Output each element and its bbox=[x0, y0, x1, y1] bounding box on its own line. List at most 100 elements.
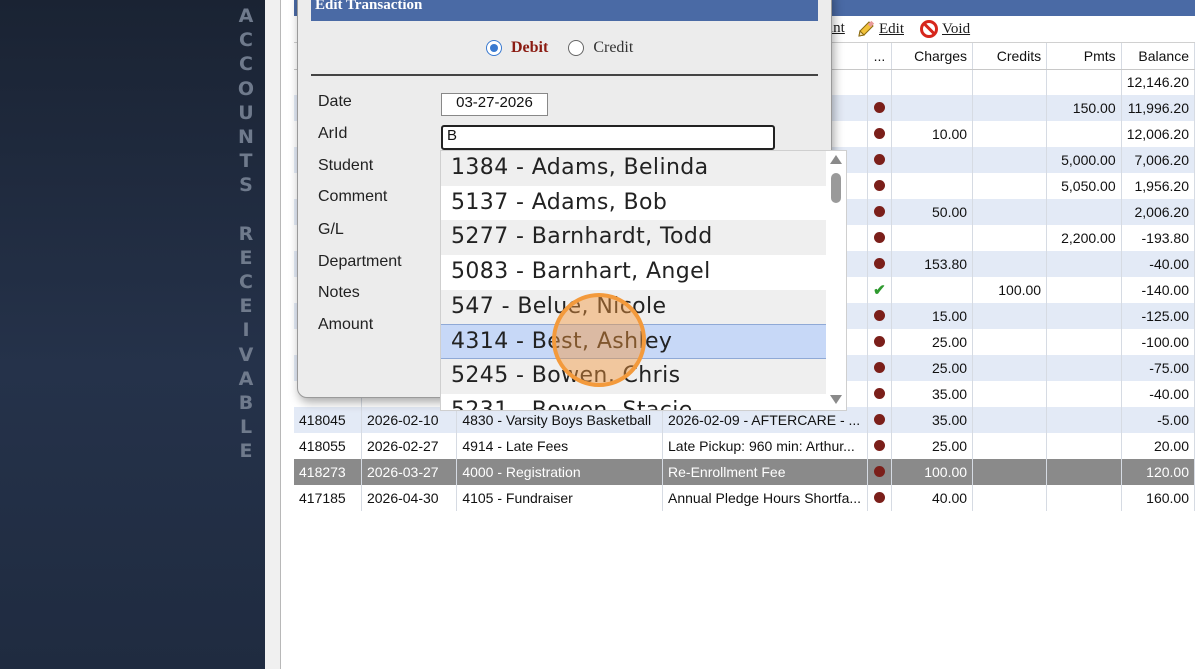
cell-balance: -5.00 bbox=[1121, 407, 1195, 433]
cell-id: 417185 bbox=[294, 485, 362, 511]
cell-pmts: 5,050.00 bbox=[1046, 173, 1122, 199]
dialog-title[interactable]: Edit Transaction bbox=[311, 0, 818, 21]
accounts-receivable-vertical-title: ACCOUNTSRECEIVABLE bbox=[236, 4, 256, 464]
status-dot-icon bbox=[873, 414, 885, 425]
title-letter: C bbox=[239, 271, 253, 294]
cell-id: 418055 bbox=[294, 433, 362, 459]
edit-link[interactable]: Edit bbox=[857, 20, 904, 38]
cell-pmts bbox=[1046, 277, 1122, 303]
table-row[interactable]: 418273 2026-03-27 4000 - Registration Re-En… bbox=[294, 459, 1195, 485]
title-letter: E bbox=[239, 246, 253, 269]
autocomplete-option[interactable]: 1384 - Adams, Belinda bbox=[441, 151, 827, 186]
cell-credits bbox=[972, 173, 1048, 199]
status-dot-icon bbox=[873, 388, 885, 399]
table-row[interactable]: 417185 2026-04-30 4105 - Fundraiser Annual … bbox=[294, 485, 1195, 511]
cell-status bbox=[867, 147, 892, 173]
checkmark-icon: ✔ bbox=[873, 282, 886, 299]
debit-radio[interactable] bbox=[486, 40, 502, 56]
cell-credits bbox=[972, 355, 1048, 381]
cell-status bbox=[867, 485, 892, 511]
cell-charges bbox=[891, 225, 974, 251]
edit-link-label: Edit bbox=[879, 20, 904, 37]
cell-date: 2026-03-27 bbox=[361, 459, 458, 485]
cell-pmts: 5,000.00 bbox=[1046, 147, 1122, 173]
autocomplete-option[interactable]: 5231 - Bowen, Stacie bbox=[441, 394, 827, 410]
title-letter: N bbox=[238, 126, 254, 149]
cell-charges: 25.00 bbox=[891, 433, 974, 459]
debit-label[interactable]: Debit bbox=[511, 39, 548, 57]
cell-gl: 4105 - Fundraiser bbox=[456, 485, 664, 511]
cell-balance: -40.00 bbox=[1121, 381, 1195, 407]
cell-balance: -100.00 bbox=[1121, 329, 1195, 355]
column-header[interactable]: Pmts bbox=[1046, 43, 1122, 70]
cell-charges bbox=[891, 69, 974, 95]
title-letter: B bbox=[238, 392, 254, 415]
cell-charges: 35.00 bbox=[891, 381, 974, 407]
column-header[interactable]: Charges bbox=[891, 43, 974, 70]
status-dot-icon bbox=[873, 180, 885, 191]
credit-label[interactable]: Credit bbox=[593, 39, 633, 57]
cell-credits bbox=[972, 95, 1048, 121]
arid-autocomplete-list: 1384 - Adams, Belinda 5137 - Adams, Bob 52… bbox=[440, 150, 847, 411]
cell-balance: 120.00 bbox=[1121, 459, 1195, 485]
comment-label: Comment bbox=[318, 188, 388, 205]
cell-status bbox=[867, 433, 892, 459]
cell-id: 418273 bbox=[294, 459, 362, 485]
cell-credits bbox=[972, 485, 1048, 511]
void-link[interactable]: Void bbox=[920, 20, 970, 38]
gl-label: G/L bbox=[318, 221, 344, 238]
cell-status bbox=[867, 329, 892, 355]
cell-balance: 12,146.20 bbox=[1121, 69, 1195, 95]
title-letter: A bbox=[238, 5, 254, 27]
credit-radio[interactable] bbox=[568, 40, 585, 56]
cell-pmts bbox=[1046, 329, 1122, 355]
cell-charges: 35.00 bbox=[891, 407, 974, 433]
cell-credits bbox=[972, 433, 1048, 459]
table-row[interactable]: 418055 2026-02-27 4914 - Late Fees Late Pic… bbox=[294, 433, 1195, 459]
cell-balance: 1,956.20 bbox=[1121, 173, 1195, 199]
title-letter: E bbox=[239, 295, 253, 318]
cell-balance: -125.00 bbox=[1121, 303, 1195, 329]
cell-pmts bbox=[1046, 407, 1122, 433]
column-header[interactable]: Credits bbox=[972, 43, 1048, 70]
autocomplete-option[interactable]: 5083 - Barnhart, Angel bbox=[441, 255, 827, 290]
arid-input[interactable]: B bbox=[441, 125, 775, 150]
cell-charges bbox=[891, 277, 974, 303]
title-gap bbox=[236, 198, 256, 222]
column-header[interactable]: Balance bbox=[1121, 43, 1195, 70]
scroll-up-arrow-icon[interactable] bbox=[830, 155, 842, 164]
status-dot-icon bbox=[873, 154, 885, 165]
title-letter: U bbox=[238, 101, 254, 124]
cell-credits bbox=[972, 251, 1048, 277]
cell-status bbox=[867, 303, 892, 329]
date-label: Date bbox=[318, 93, 352, 110]
status-dot-icon bbox=[873, 492, 885, 503]
cell-gl: 4000 - Registration bbox=[456, 459, 664, 485]
autocomplete-option[interactable]: 5137 - Adams, Bob bbox=[441, 186, 827, 221]
cell-pmts: 150.00 bbox=[1046, 95, 1122, 121]
autocomplete-scrollbar[interactable] bbox=[826, 151, 846, 410]
status-dot-icon bbox=[873, 362, 885, 373]
cell-pmts bbox=[1046, 433, 1122, 459]
status-dot-icon bbox=[873, 440, 885, 451]
title-letter: E bbox=[239, 440, 253, 463]
cell-status bbox=[867, 69, 892, 95]
autocomplete-option[interactable]: 5277 - Barnhardt, Todd bbox=[441, 220, 827, 256]
cell-pmts: 2,200.00 bbox=[1046, 225, 1122, 251]
cell-charges: 50.00 bbox=[891, 199, 974, 225]
cell-balance: 11,996.20 bbox=[1121, 95, 1195, 121]
cell-balance: -75.00 bbox=[1121, 355, 1195, 381]
cell-date: 2026-02-27 bbox=[361, 433, 458, 459]
cell-pmts bbox=[1046, 121, 1122, 147]
title-letter: R bbox=[238, 222, 254, 245]
title-letter: A bbox=[238, 367, 254, 390]
notes-label: Notes bbox=[318, 284, 360, 301]
column-header[interactable]: ... bbox=[867, 43, 892, 70]
cell-balance: 160.00 bbox=[1121, 485, 1195, 511]
scroll-thumb[interactable] bbox=[831, 173, 841, 203]
date-field[interactable]: 03-27-2026 bbox=[441, 93, 548, 116]
cell-status bbox=[867, 199, 892, 225]
cell-pmts bbox=[1046, 303, 1122, 329]
scroll-down-arrow-icon[interactable] bbox=[830, 395, 842, 404]
void-link-label: Void bbox=[942, 20, 971, 37]
